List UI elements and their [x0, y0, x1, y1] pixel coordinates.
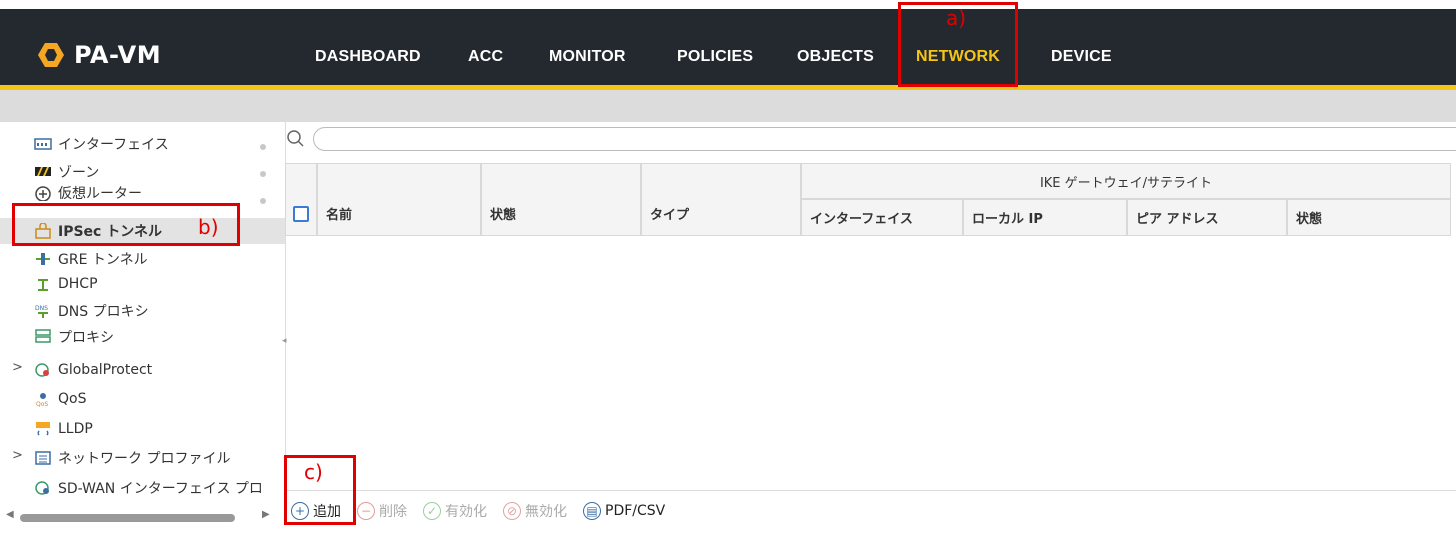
- enable-button[interactable]: ✓ 有効化: [423, 501, 487, 521]
- sidebar-item-label: GlobalProtect: [58, 362, 153, 378]
- lldp-icon: [36, 422, 50, 436]
- tab-acc[interactable]: ACC: [468, 48, 503, 66]
- dns-proxy-icon: DNS: [35, 305, 48, 318]
- paloalto-logo-icon: [38, 43, 64, 67]
- column-header-interface[interactable]: インターフェイス: [801, 199, 963, 236]
- column-header-ike-status[interactable]: 状態: [1287, 199, 1451, 236]
- sidebar-item-label: DHCP: [58, 276, 98, 292]
- column-header-local-ip[interactable]: ローカル IP: [963, 199, 1127, 236]
- search-input[interactable]: [313, 127, 1456, 151]
- search-bar: [285, 125, 1456, 155]
- pdf-csv-icon: ▤: [583, 501, 601, 520]
- disable-button-label: 無効化: [525, 503, 567, 520]
- tab-dashboard[interactable]: DASHBOARD: [315, 48, 421, 66]
- interface-icon: [34, 138, 52, 150]
- annotation-label-a: a): [946, 6, 967, 30]
- globalprotect-icon: [35, 363, 49, 377]
- sidebar-item-qos[interactable]: QoS QoS: [34, 387, 86, 411]
- svg-text:QoS: QoS: [36, 401, 48, 407]
- disable-button[interactable]: ⊘ 無効化: [503, 501, 567, 521]
- proxy-icon: [35, 329, 51, 343]
- chevron-right-icon[interactable]: >: [12, 448, 23, 463]
- scroll-thumb[interactable]: [20, 514, 235, 522]
- annotation-label-b: b): [198, 215, 219, 239]
- sidebar-item-label: DNS プロキシ: [58, 304, 149, 320]
- sidebar-item-zone[interactable]: ゾーン: [34, 160, 99, 184]
- gre-tunnel-icon: [36, 253, 50, 265]
- scroll-right-icon[interactable]: ▶: [262, 509, 270, 520]
- delete-button-label: 削除: [379, 503, 407, 520]
- column-header-type[interactable]: タイプ: [641, 163, 801, 236]
- collapse-handle-icon[interactable]: ◂: [282, 336, 287, 346]
- status-dot: [260, 171, 266, 177]
- dhcp-icon: [38, 279, 48, 291]
- tab-policies[interactable]: POLICIES: [677, 48, 753, 66]
- enable-button-label: 有効化: [445, 503, 487, 520]
- virtual-router-icon: [35, 186, 51, 201]
- sidebar-item-virtual-router[interactable]: 仮想ルーター: [34, 184, 142, 202]
- delete-button[interactable]: − 削除: [357, 501, 407, 521]
- sdwan-icon: [35, 481, 49, 495]
- sidebar-item-label: GRE トンネル: [58, 252, 148, 268]
- qos-icon: QoS: [36, 393, 48, 407]
- sidebar-item-label: ネットワーク プロファイル: [58, 451, 231, 467]
- app-logo[interactable]: PA-VM: [36, 40, 161, 70]
- tab-objects[interactable]: OBJECTS: [797, 48, 874, 66]
- top-header: PA-VM DASHBOARD ACC MONITOR POLICIES OBJ…: [0, 0, 1456, 97]
- chevron-right-icon[interactable]: >: [12, 360, 23, 375]
- sub-toolbar: [0, 90, 1456, 122]
- search-icon[interactable]: [285, 128, 305, 148]
- sidebar-item-gre-tunnel[interactable]: GRE トンネル: [34, 247, 148, 271]
- tab-monitor[interactable]: MONITOR: [549, 48, 626, 66]
- enable-icon: ✓: [423, 501, 441, 520]
- annotation-label-c: c): [304, 460, 323, 484]
- sidebar-scrollbar[interactable]: ◀ ▶: [0, 509, 285, 523]
- sidebar-item-globalprotect[interactable]: GlobalProtect: [34, 358, 152, 382]
- status-dot: [260, 144, 266, 150]
- sidebar-item-dhcp[interactable]: DHCP: [34, 272, 98, 296]
- sidebar-item-sdwan-interface[interactable]: SD-WAN インターフェイス プロ: [34, 476, 284, 500]
- scroll-left-icon[interactable]: ◀: [6, 509, 14, 520]
- column-group-ike-gateway: IKE ゲートウェイ/サテライト: [801, 163, 1451, 199]
- tab-device[interactable]: DEVICE: [1051, 48, 1112, 66]
- column-header-name[interactable]: 名前: [317, 163, 481, 236]
- pdf-csv-button-label: PDF/CSV: [605, 502, 666, 519]
- delete-icon: −: [357, 501, 375, 520]
- network-profile-icon: [35, 451, 51, 465]
- sidebar-item-label: QoS: [58, 391, 87, 407]
- pdf-csv-button[interactable]: ▤ PDF/CSV: [583, 501, 666, 520]
- sidebar-item-label: SD-WAN インターフェイス プロ: [58, 481, 263, 497]
- select-all-checkbox[interactable]: [293, 205, 309, 222]
- zone-icon: [35, 167, 51, 176]
- sidebar-item-label: 仮想ルーター: [58, 186, 142, 202]
- sidebar-item-label: ゾーン: [58, 165, 100, 181]
- app-logo-text: PA-VM: [74, 41, 162, 69]
- sidebar-item-lldp[interactable]: LLDP: [34, 417, 93, 441]
- sidebar-item-network-profile[interactable]: ネットワーク プロファイル: [34, 446, 230, 470]
- sidebar-item-interface[interactable]: インターフェイス: [34, 132, 169, 156]
- select-all-cell: [285, 163, 317, 236]
- sidebar-item-label: インターフェイス: [58, 137, 169, 153]
- disable-icon: ⊘: [503, 501, 521, 520]
- action-toolbar: + 追加 − 削除 ✓ 有効化 ⊘ 無効化 ▤ PDF/CSV: [285, 490, 1456, 530]
- sidebar: インターフェイス ゾーン 仮想ルーター IPSec トンネル GRE トンネル …: [0, 122, 285, 543]
- sidebar-item-label: プロキシ: [58, 330, 114, 346]
- svg-text:DNS: DNS: [35, 305, 48, 312]
- sidebar-item-dns-proxy[interactable]: DNS DNS プロキシ: [34, 299, 149, 323]
- status-dot: [260, 198, 266, 204]
- column-header-peer-address[interactable]: ピア アドレス: [1127, 199, 1287, 236]
- sidebar-item-proxy[interactable]: プロキシ: [34, 325, 114, 349]
- sidebar-item-label: LLDP: [58, 421, 93, 437]
- column-header-status[interactable]: 状態: [481, 163, 641, 236]
